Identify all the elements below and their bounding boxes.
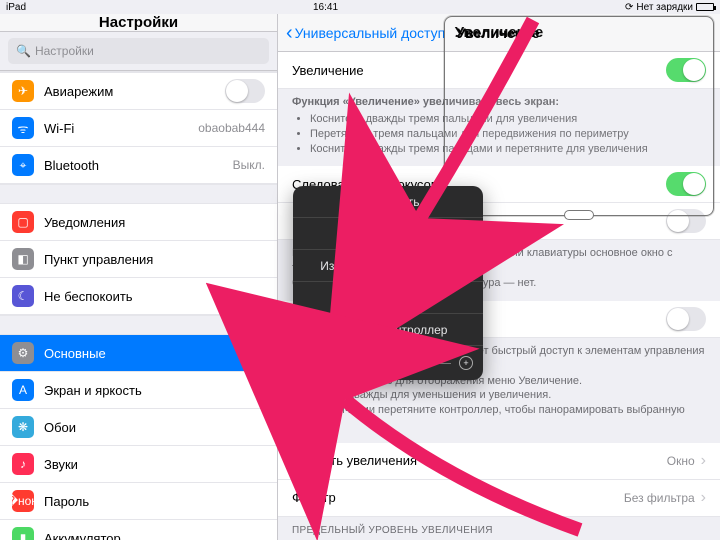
back-label: Универсальный доступ [295,25,446,41]
sidebar-item-label: Пункт управления [44,252,265,267]
sidebar-item-label: Экран и яркость [44,383,265,398]
sidebar-item[interactable]: ▮ Аккумулятор [0,520,277,540]
status-time: 16:41 [26,2,625,13]
status-device: iPad [6,2,26,13]
sidebar-item[interactable]: ✈ Авиарежим [0,73,277,110]
sidebar-item-label: Bluetooth [44,158,233,173]
app-icon: ☾ [12,285,34,307]
sidebar-item-label: Уведомления [44,215,265,230]
menu-item-resize-lens[interactable]: Изменить размер линзы [293,250,483,282]
app-icon: ⚙ [12,342,34,364]
app-icon: ⌖ [12,154,34,176]
chevron-right-icon: › [701,489,706,507]
chevron-right-icon: › [701,452,706,470]
app-icon: ❋ [12,416,34,438]
lens-title: Увеличение [457,25,540,41]
sidebar-item[interactable]: ❋ Обои [0,409,277,446]
sidebar-item-label: Звуки [44,457,265,472]
zoom-filter-row[interactable]: Фильтр Без фильтра › [278,480,720,517]
zoom-lens-window[interactable]: Увеличение [444,16,714,216]
max-zoom-header: ПРЕДЕЛЬНЫЙ УРОВЕНЬ УВЕЛИЧЕНИЯ [278,517,720,540]
menu-item-show-controller[interactable]: Показать контроллер [293,314,483,346]
sidebar-item[interactable]: ☾ Не беспокоить [0,278,277,315]
zoom-controller-menu: Уменьшить На весь экран Изменить размер … [293,186,483,380]
sidebar-item-value: obaobab444 [198,121,265,135]
app-icon: ◧ [12,248,34,270]
app-icon: ♪ [12,453,34,475]
zoom-region-row[interactable]: Область увеличения Окно › [278,443,720,480]
menu-zoom-slider[interactable]: − + [293,346,483,380]
app-icon: A [12,379,34,401]
back-button[interactable]: ‹ Универсальный доступ [286,23,445,43]
sidebar-item[interactable]: ◧ Пункт управления [0,241,277,278]
sidebar-item-label: Обои [44,420,265,435]
app-icon: ▮ [12,527,34,540]
menu-item-zoom-out[interactable]: Уменьшить [293,186,483,218]
sidebar-item-label: Не беспокоить [44,289,265,304]
sidebar-item-label: Пароль [44,494,265,509]
sidebar-item[interactable]: ♪ Звуки [0,446,277,483]
status-charge-icon: ⟳ [625,2,633,13]
menu-item-choose-filter[interactable]: Выбрать фильтр [293,282,483,314]
sidebar-item-value: Выкл. [233,158,265,172]
lens-handle[interactable] [564,210,594,220]
menu-item-fullscreen[interactable]: На весь экран [293,218,483,250]
status-bar: iPad 16:41 ⟳ Нет зарядки [0,0,720,14]
sidebar-item[interactable]: ⚙ Основные [0,335,277,372]
sidebar-item[interactable]: ▢ Уведомления [0,204,277,241]
search-placeholder: Настройки [35,44,94,58]
zoom-out-icon: − [303,356,317,370]
sidebar-title: Настройки [0,14,277,32]
sidebar-item[interactable]: �ною Пароль [0,483,277,520]
search-icon: 🔍 [16,44,31,58]
sidebar-item-label: Аккумулятор [44,531,265,540]
show-controller-toggle[interactable] [666,307,706,331]
settings-sidebar: Настройки 🔍 Настройки ✈ Авиарежим ᯤ Wi-Fiob… [0,14,278,540]
sidebar-item-label: Авиарежим [44,84,225,99]
battery-icon [696,3,714,11]
chevron-left-icon: ‹ [286,23,293,43]
app-icon: ▢ [12,211,34,233]
app-icon: ✈ [12,80,34,102]
airplane-toggle[interactable] [225,79,265,103]
app-icon: ᯤ [12,117,34,139]
sidebar-item[interactable]: ⌖ BluetoothВыкл. [0,147,277,184]
sidebar-item-label: Основные [44,346,265,361]
search-input[interactable]: 🔍 Настройки [8,38,269,64]
sidebar-item[interactable]: A Экран и яркость [0,372,277,409]
sidebar-item-label: Wi-Fi [44,121,198,136]
sidebar-item[interactable]: ᯤ Wi-Fiobaobab444 [0,110,277,147]
app-icon: �ною [12,490,34,512]
zoom-in-icon: + [459,356,473,370]
status-charge: Нет зарядки [636,2,693,13]
